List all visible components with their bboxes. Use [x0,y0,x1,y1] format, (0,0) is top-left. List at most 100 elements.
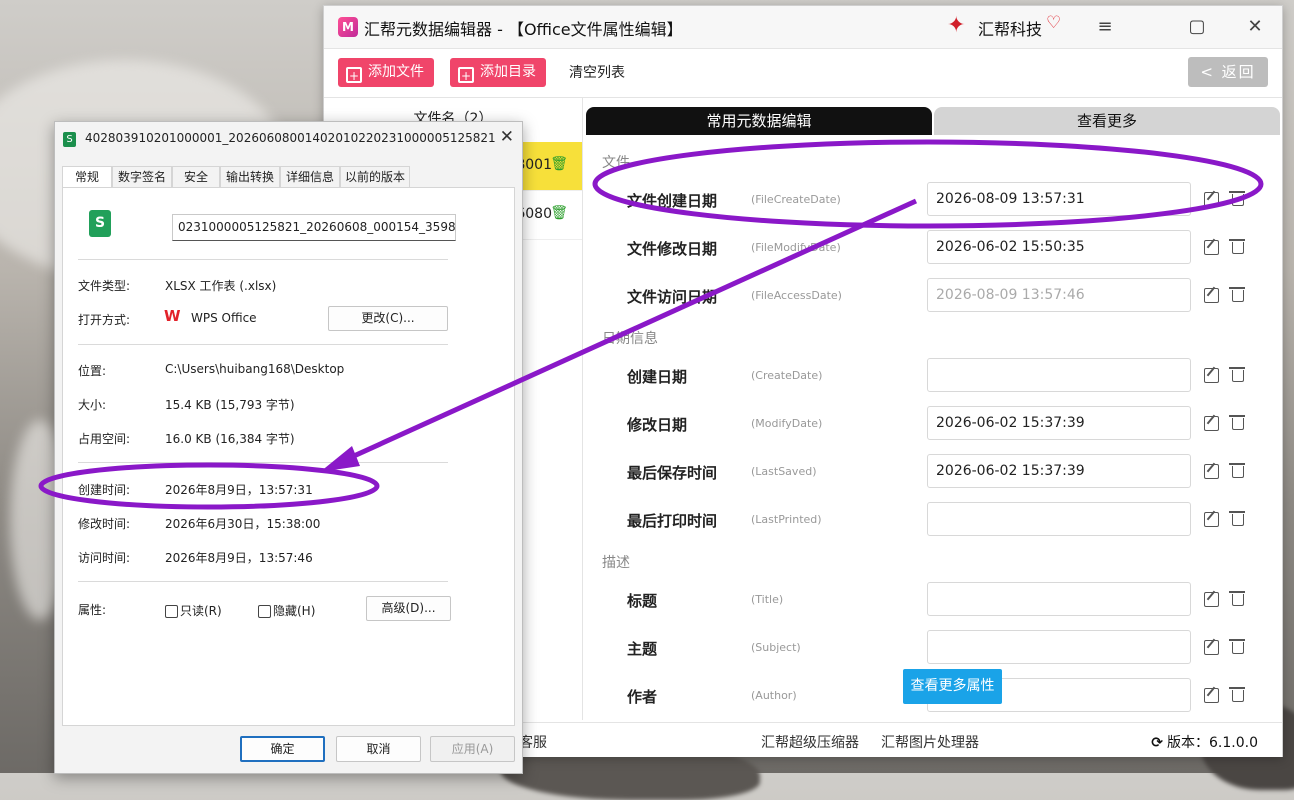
hidden-checkbox[interactable] [258,605,271,618]
edit-icon[interactable] [1204,368,1219,383]
file-type-label: 文件类型: [78,279,131,293]
tab-details[interactable]: 详细信息 [280,166,340,187]
field-label: 最后打印时间 [627,512,718,530]
tab-common-metadata[interactable]: 常用元数据编辑 [586,107,932,135]
add-file-label: 添加文件 [368,64,424,80]
compressor-link[interactable]: 汇帮超级压缩器 [761,732,859,752]
edit-icon[interactable] [1204,240,1219,255]
field-label: 文件创建日期 [627,192,718,210]
delete-icon[interactable] [1229,511,1245,526]
field-input[interactable] [927,582,1191,616]
file-properties-dialog: S 402803910201000001_2026060800140201022… [54,121,523,774]
field-label: 文件修改日期 [627,240,718,258]
filename-input[interactable]: 0231000005125821_20260608_000154_3598.xl… [172,214,456,241]
chevron-left-icon: < [1200,63,1215,81]
heart-icon[interactable]: ♡ [1046,13,1061,33]
trash-icon[interactable]: 🗑 [550,205,568,221]
section-description: 描述 [602,555,630,571]
app-logo-icon: M [338,17,358,37]
delete-icon[interactable] [1229,415,1245,430]
accessed-time-value: 2026年8月9日，13:57:46 [165,551,313,565]
field-key: (FileAccessDate) [751,289,842,302]
edit-icon[interactable] [1204,464,1219,479]
edit-icon[interactable] [1204,688,1219,703]
close-icon[interactable]: ✕ [1240,12,1270,42]
image-processor-link[interactable]: 汇帮图片处理器 [881,732,979,752]
field-key: (Subject) [751,641,801,654]
attributes-label: 属性: [78,603,107,617]
clear-list-button[interactable]: 清空列表 [569,62,625,82]
field-key: (Title) [751,593,784,606]
add-directory-button[interactable]: + 添加目录 [450,58,546,87]
delete-icon[interactable] [1229,463,1245,478]
spreadsheet-file-icon: S [63,132,76,147]
field-input[interactable] [927,630,1191,664]
delete-icon[interactable] [1229,639,1245,654]
field-input[interactable] [927,502,1191,536]
delete-icon[interactable] [1229,191,1245,206]
back-label: 返回 [1221,63,1256,81]
ok-button[interactable]: 确定 [240,736,325,762]
add-file-icon: + [346,67,362,83]
tab-previous-versions[interactable]: 以前的版本 [340,166,410,187]
maximize-icon[interactable]: ▢ [1182,12,1212,42]
field-input[interactable]: 2026-06-02 15:37:39 [927,406,1191,440]
tab-view-more[interactable]: 查看更多 [934,107,1280,135]
cancel-button[interactable]: 取消 [336,736,421,762]
field-key: (LastSaved) [751,465,817,478]
delete-icon[interactable] [1229,287,1245,302]
view-more-attributes-button[interactable]: 查看更多属性 [903,669,1002,704]
field-input[interactable]: 2026-06-02 15:37:39 [927,454,1191,488]
trash-icon[interactable]: 🗑 [550,156,568,172]
field-input[interactable] [927,358,1191,392]
edit-icon[interactable] [1204,592,1219,607]
customer-service-link[interactable]: 客服 [519,732,547,752]
created-time-label: 创建时间: [78,483,131,497]
edit-icon[interactable] [1204,416,1219,431]
field-key: (CreateDate) [751,369,823,382]
tab-security[interactable]: 安全 [172,166,220,187]
modified-time-value: 2026年6月30日，15:38:00 [165,517,321,531]
back-button[interactable]: < 返回 [1188,57,1268,87]
apply-button[interactable]: 应用(A) [430,736,515,762]
field-input[interactable]: 2026-08-09 13:57:31 [927,182,1191,216]
field-input[interactable]: 2026-08-09 13:57:46 [927,278,1191,312]
editor-tabs: 常用元数据编辑 查看更多 [586,107,1280,135]
delete-icon[interactable] [1229,239,1245,254]
field-key: (Author) [751,689,797,702]
app-title: 汇帮元数据编辑器 - 【Office文件属性编辑】 [364,20,683,39]
section-date-info: 日期信息 [602,331,658,347]
advanced-button[interactable]: 高级(D)... [366,596,451,621]
version-info[interactable]: ⟳ 版本：6.1.0.0 [1151,732,1258,752]
readonly-label[interactable]: 只读(R) [180,602,222,619]
tab-general[interactable]: 常规 [62,166,112,188]
toolbar: + 添加文件 + 添加目录 清空列表 < 返回 [324,49,1282,98]
field-input[interactable]: 2026-06-02 15:50:35 [927,230,1191,264]
edit-icon[interactable] [1204,640,1219,655]
delete-icon[interactable] [1229,687,1245,702]
tab-digital-signature[interactable]: 数字签名 [112,166,172,187]
edit-icon[interactable] [1204,288,1219,303]
refresh-icon: ⟳ [1151,735,1164,751]
delete-icon[interactable] [1229,367,1245,382]
edit-icon[interactable] [1204,512,1219,527]
created-time-value: 2026年8月9日，13:57:31 [165,483,313,497]
delete-icon[interactable] [1229,591,1245,606]
close-icon[interactable]: ✕ [500,127,514,147]
add-folder-icon: + [458,67,474,83]
field-label: 标题 [627,592,658,610]
tab-output-conversion[interactable]: 输出转换 [220,166,280,187]
edit-icon[interactable] [1204,192,1219,207]
add-file-button[interactable]: + 添加文件 [338,58,434,87]
brand-logo-icon: ✦ [947,13,966,38]
version-label: 版本：6.1.0.0 [1167,735,1258,751]
spreadsheet-file-icon: S [89,210,111,237]
hidden-label[interactable]: 隐藏(H) [273,602,315,619]
open-with-label: 打开方式: [78,313,131,327]
dialog-title: 402803910201000001_202606080014020102202… [85,131,495,145]
field-label: 最后保存时间 [627,464,718,482]
change-button[interactable]: 更改(C)... [328,306,448,331]
disk-size-value: 16.0 KB (16,384 字节) [165,432,295,446]
readonly-checkbox[interactable] [165,605,178,618]
menu-icon[interactable]: ≡ [1090,12,1120,42]
